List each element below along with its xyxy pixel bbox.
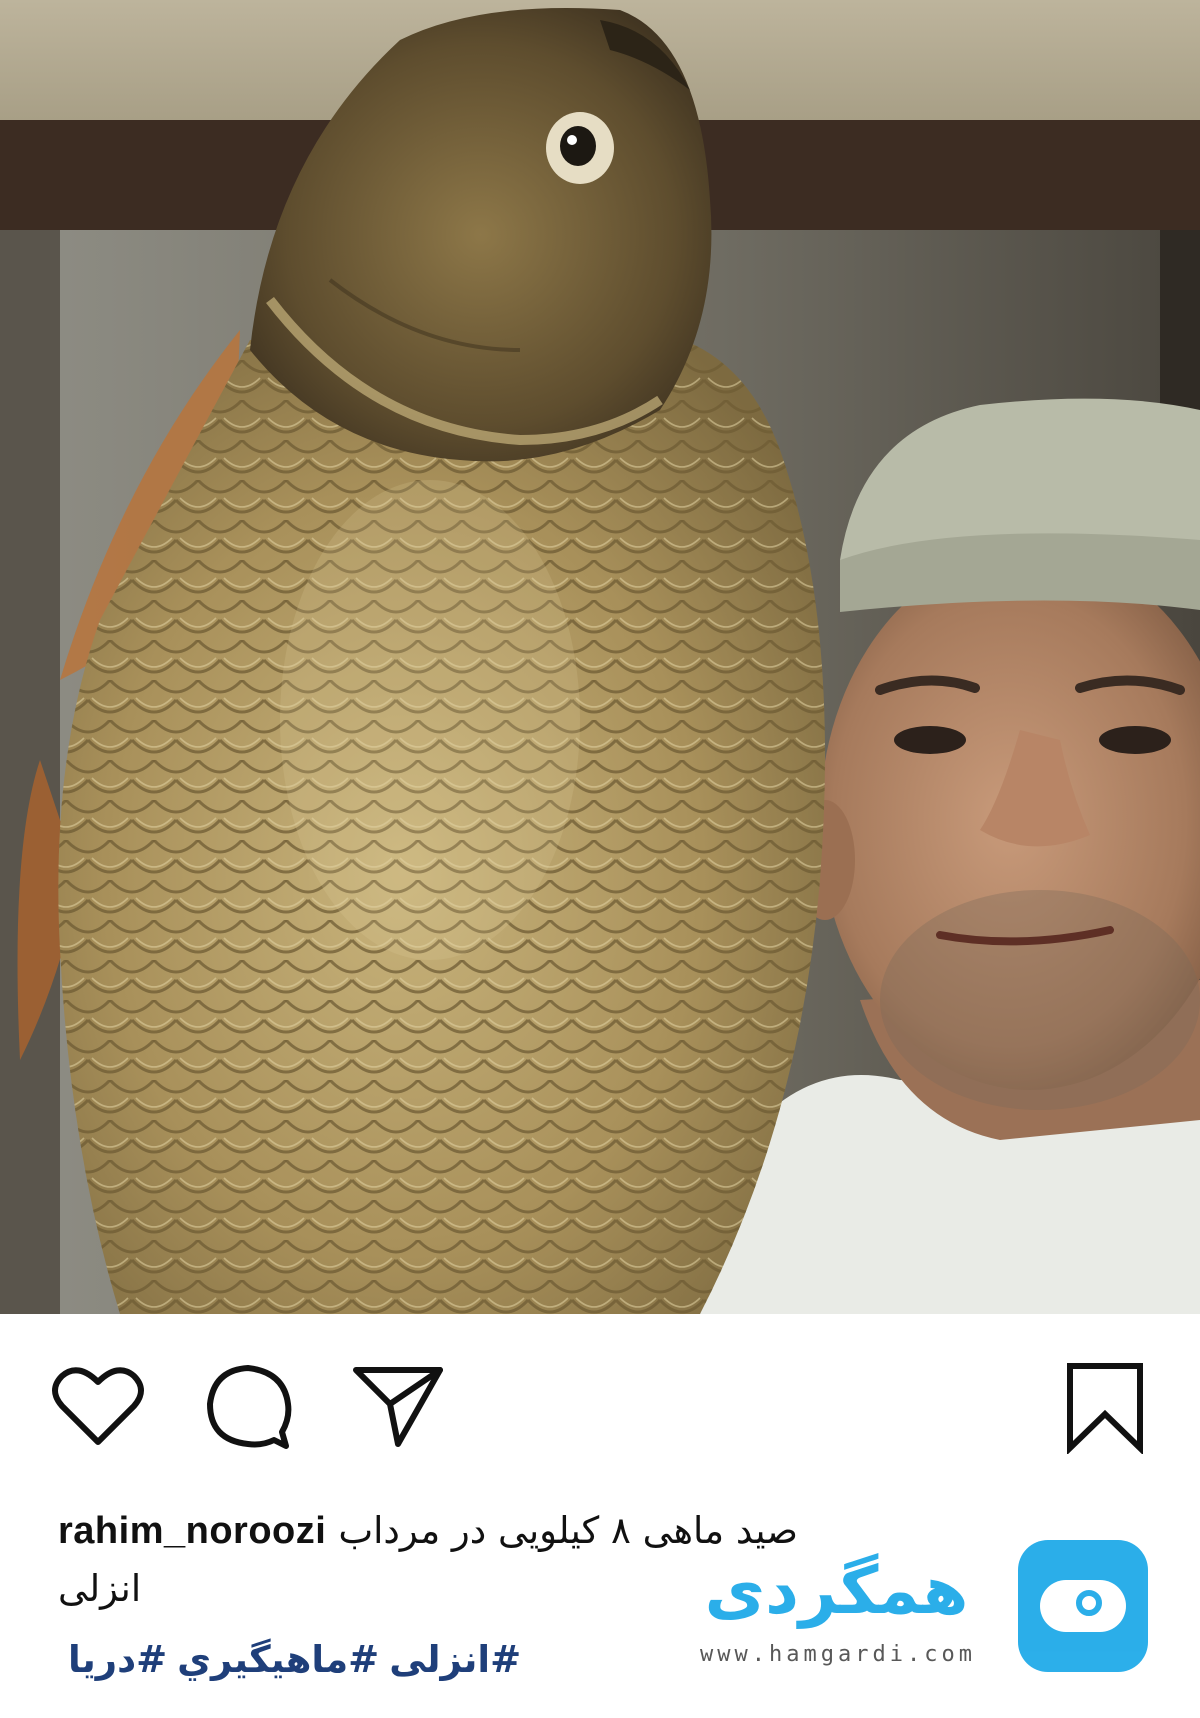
- hamgardi-watermark: همگردی www.hamgardi.com: [660, 1540, 1160, 1690]
- post-action-bar: [0, 1314, 1200, 1484]
- watermark-url: www.hamgardi.com: [700, 1642, 976, 1667]
- hashtag-link[interactable]: #انزلی: [389, 1638, 521, 1681]
- post-photo[interactable]: [0, 0, 1200, 1314]
- caption-second-line: انزلی: [58, 1567, 142, 1610]
- fish-selfie-photo: [0, 0, 1200, 1314]
- hashtag-list: #انزلی#ماهيگيري#دريا: [58, 1638, 521, 1681]
- watermark-brand: همگردی: [704, 1552, 969, 1629]
- instagram-post: rahim_noroozi صید ماهی ۸ کیلویی در مرداب …: [0, 0, 1200, 1718]
- hashtag-link[interactable]: #ماهيگيري: [177, 1638, 379, 1681]
- comment-bubble-icon[interactable]: [204, 1362, 292, 1450]
- logo-dot: [1076, 1590, 1102, 1616]
- bookmark-icon[interactable]: [1064, 1362, 1146, 1454]
- hamgardi-logo-icon: [1018, 1540, 1148, 1672]
- post-username[interactable]: rahim_noroozi: [58, 1510, 326, 1552]
- hashtag-link[interactable]: #دريا: [68, 1638, 167, 1681]
- paper-plane-icon[interactable]: [352, 1364, 444, 1450]
- logo-inner-shape: [1040, 1580, 1126, 1632]
- heart-icon[interactable]: [52, 1364, 144, 1448]
